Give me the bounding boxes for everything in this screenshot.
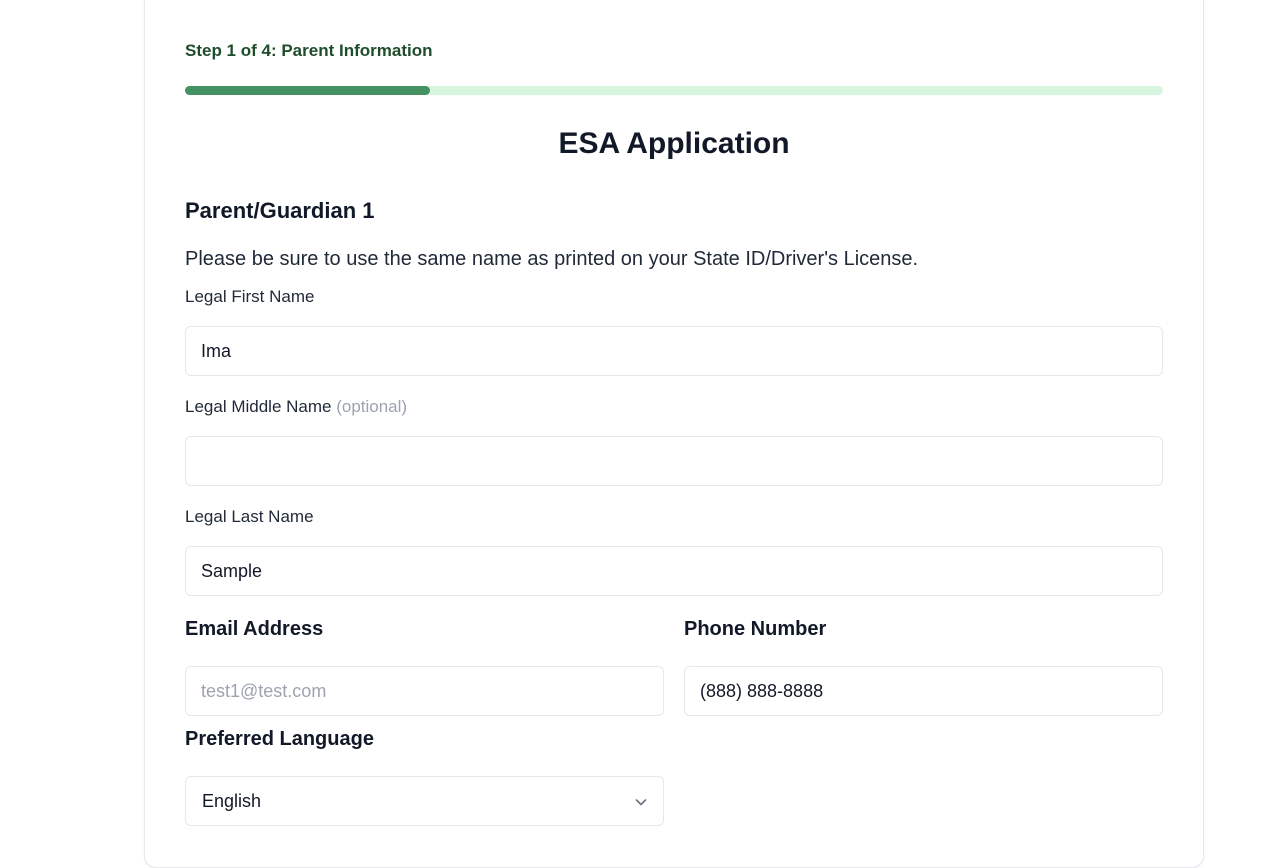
- language-select[interactable]: English: [185, 776, 664, 826]
- chevron-down-icon: [635, 795, 647, 807]
- email-field[interactable]: [185, 666, 664, 716]
- name-instruction: Please be sure to use the same name as p…: [185, 248, 919, 270]
- middle-name-input[interactable]: [185, 436, 1163, 486]
- middle-name-label-text: Legal Middle Name: [185, 397, 332, 416]
- first-name-input[interactable]: [185, 326, 1163, 376]
- middle-name-label: Legal Middle Name (optional): [185, 397, 407, 417]
- optional-note: (optional): [336, 397, 408, 416]
- step-indicator: Step 1 of 4: Parent Information: [185, 41, 433, 60]
- progress-bar: [185, 86, 1163, 95]
- language-selected-value: English: [202, 790, 262, 811]
- email-label: Email Address: [185, 618, 324, 640]
- language-label: Preferred Language: [185, 728, 374, 750]
- section-heading: Parent/Guardian 1: [185, 198, 375, 223]
- progress-bar-fill: [185, 86, 430, 95]
- first-name-label: Legal First Name: [185, 287, 315, 306]
- phone-label: Phone Number: [684, 618, 827, 640]
- last-name-label: Legal Last Name: [185, 507, 314, 526]
- last-name-input[interactable]: [185, 546, 1163, 596]
- application-card: Step 1 of 4: Parent Information ESA Appl…: [144, 0, 1204, 868]
- phone-field[interactable]: [684, 666, 1163, 716]
- page-title: ESA Application: [558, 127, 790, 160]
